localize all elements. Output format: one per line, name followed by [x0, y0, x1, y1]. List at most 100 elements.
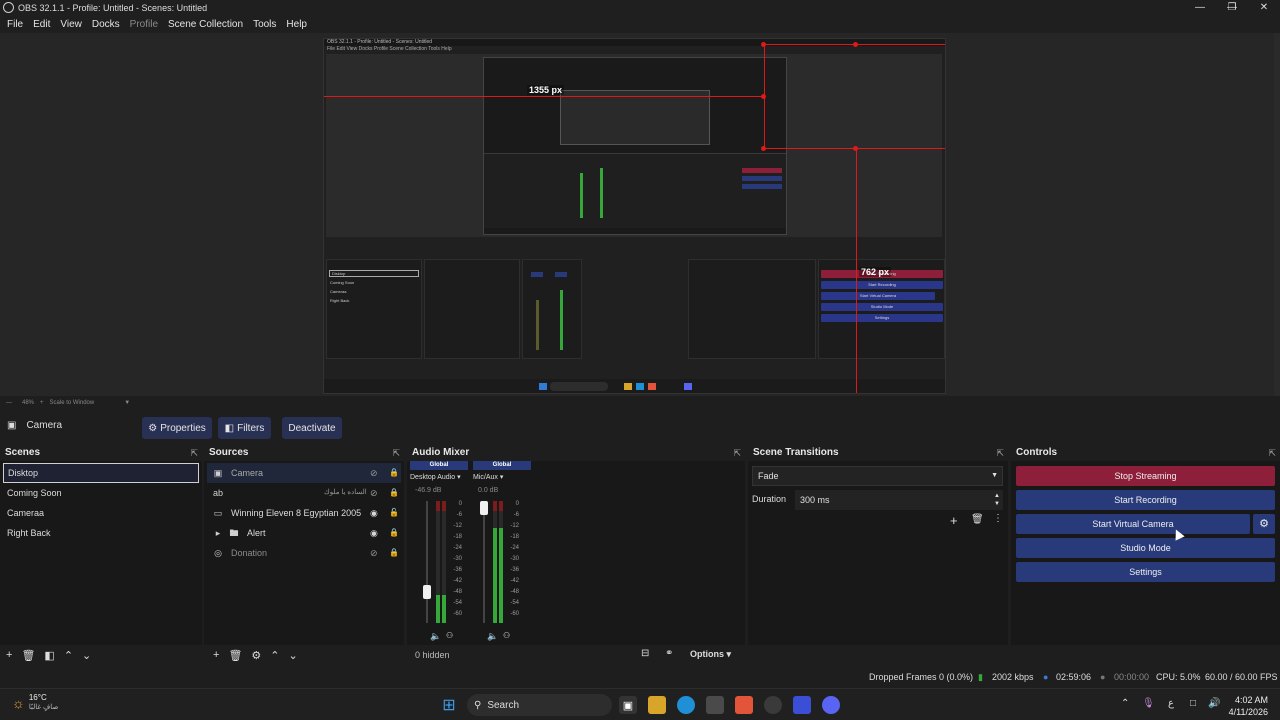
move-down-icon[interactable]: ⌄: [289, 649, 298, 662]
preview-scrollbar[interactable]: [1274, 33, 1280, 396]
windows-start-icon[interactable]: ⊞: [440, 696, 458, 714]
add-scene-icon[interactable]: +: [6, 649, 12, 661]
close-button[interactable]: ✕: [1248, 0, 1280, 15]
trash-icon[interactable]: 🗑: [21, 649, 35, 662]
source-toolbar: ▣ Camera ⚙ Properties ◧ Filters Deactiva…: [0, 412, 1280, 442]
taskbar-search[interactable]: ⚲ Search: [467, 694, 612, 716]
zoom-plus-icon[interactable]: +: [40, 400, 44, 406]
channel-name[interactable]: Desktop Audio ▾: [410, 473, 472, 481]
weather-widget[interactable]: ☼ 16°C صافٍ غالبًا: [12, 693, 58, 713]
lock-icon[interactable]: 🔓: [389, 503, 399, 523]
brave-icon[interactable]: [735, 696, 753, 714]
layout-toggle-icon[interactable]: ⊟: [641, 648, 649, 659]
zoom-minus-icon[interactable]: —: [6, 400, 12, 406]
taskbar-clock[interactable]: 4:02 AM 4/11/2026: [1229, 694, 1268, 718]
maximize-button[interactable]: ❐: [1216, 0, 1248, 15]
visibility-hidden-icon[interactable]: ⊘: [370, 543, 378, 563]
minimize-button[interactable]: —: [1184, 0, 1216, 15]
move-up-icon[interactable]: ⌃: [270, 649, 279, 662]
scale-dropdown-icon[interactable]: ▼: [124, 400, 130, 406]
keyboard-language[interactable]: ع: [1168, 698, 1174, 709]
spin-up-icon[interactable]: ▲: [994, 492, 1000, 500]
virtual-camera-settings-gear-icon[interactable]: ⚙: [1253, 514, 1275, 534]
stop-streaming-button[interactable]: Stop Streaming: [1016, 466, 1275, 486]
scene-item-right-back[interactable]: Right Back: [3, 523, 199, 543]
edge-icon[interactable]: [677, 696, 695, 714]
source-item-camera[interactable]: ▣ Camera ⊘ 🔒: [207, 463, 401, 483]
source-item-text[interactable]: ab الساده يا ملوك ⊘ 🔒: [207, 483, 401, 503]
duration-spinbox[interactable]: 300 ms ▲ ▼: [795, 490, 1003, 510]
deactivate-button[interactable]: Deactivate: [282, 417, 342, 439]
lock-icon[interactable]: 🔒: [389, 523, 399, 543]
studio-mode-button[interactable]: Studio Mode: [1016, 538, 1275, 558]
transition-select[interactable]: Fade ▼: [752, 466, 1003, 486]
scene-item-disktop[interactable]: Disktop: [3, 463, 199, 483]
visibility-icon[interactable]: ◉: [370, 503, 378, 523]
options-button[interactable]: Options ▾: [690, 649, 731, 660]
menu-edit[interactable]: Edit: [28, 19, 55, 30]
move-down-icon[interactable]: ⌄: [82, 649, 91, 662]
channel-db: 0.0 dB: [478, 487, 499, 494]
start-virtual-camera-button[interactable]: Start Virtual Camera: [1016, 514, 1250, 534]
menu-tools[interactable]: Tools: [248, 19, 281, 30]
add-transition-icon[interactable]: +: [950, 513, 958, 528]
undock-icon[interactable]: ⇱: [733, 445, 741, 461]
lock-icon[interactable]: 🔒: [389, 483, 399, 503]
app-icon[interactable]: [793, 696, 811, 714]
expand-arrow-icon[interactable]: ▸: [211, 523, 225, 543]
headphones-icon[interactable]: ⚇: [503, 631, 510, 640]
volume-fader[interactable]: [480, 501, 488, 515]
preview-canvas[interactable]: OBS 32.1.1 - Profile: Untitled - Scenes:…: [323, 38, 946, 394]
settings-button[interactable]: Settings: [1016, 562, 1275, 582]
trash-icon[interactable]: 🗑: [228, 649, 242, 662]
discord-icon[interactable]: [822, 696, 840, 714]
volume-icon[interactable]: 🔊: [1208, 698, 1220, 709]
speaker-icon[interactable]: 🔈: [487, 631, 498, 642]
menu-help[interactable]: Help: [281, 19, 312, 30]
menu-docks[interactable]: Docks: [87, 19, 125, 30]
scene-filters-icon[interactable]: ◧: [44, 649, 54, 662]
mic-icon[interactable]: 🎙: [1142, 698, 1155, 709]
move-up-icon[interactable]: ⌃: [64, 649, 73, 662]
undock-icon[interactable]: ⇱: [392, 445, 400, 461]
scene-item-cameraa[interactable]: Cameraa: [3, 503, 199, 523]
scale-mode[interactable]: Scale to Window: [50, 400, 95, 406]
undock-icon[interactable]: ⇱: [996, 445, 1004, 461]
source-item-game-capture[interactable]: ▭ Winning Eleven 8 Egyptian 2005 ◉ 🔓: [207, 503, 401, 523]
store-icon[interactable]: [706, 696, 724, 714]
properties-button[interactable]: ⚙ Properties: [142, 417, 212, 439]
visibility-icon[interactable]: ◉: [370, 523, 378, 543]
trash-icon[interactable]: 🗑: [971, 514, 984, 525]
scene-item-coming-soon[interactable]: Coming Soon: [3, 483, 199, 503]
lock-icon[interactable]: 🔒: [389, 543, 399, 563]
source-item-donation[interactable]: ◎ Donation ⊘ 🔒: [207, 543, 401, 563]
filters-button[interactable]: ◧ Filters: [218, 417, 271, 439]
source-item-alert[interactable]: ▸ 🖿 Alert ◉ 🔒: [207, 523, 401, 543]
visibility-hidden-icon[interactable]: ⊘: [370, 483, 378, 503]
file-explorer-icon[interactable]: [648, 696, 666, 714]
undock-icon[interactable]: ⇱: [1268, 445, 1276, 461]
speaker-icon[interactable]: 🔈: [430, 631, 441, 642]
network-icon[interactable]: □: [1190, 698, 1196, 709]
chevron-up-icon[interactable]: ⌃: [1121, 698, 1129, 709]
start-recording-button[interactable]: Start Recording: [1016, 490, 1275, 510]
menu-file[interactable]: File: [2, 19, 28, 30]
menu-view[interactable]: View: [55, 19, 87, 30]
obs-taskbar-icon[interactable]: [764, 696, 782, 714]
channel-name[interactable]: Mic/Aux ▾: [473, 473, 535, 481]
undock-icon[interactable]: ⇱: [190, 445, 198, 461]
headphones-icon[interactable]: ⚇: [446, 631, 453, 640]
lock-icon[interactable]: 🔒: [389, 463, 399, 483]
link-icon[interactable]: ⚭: [665, 648, 673, 659]
menu-profile[interactable]: Profile: [125, 19, 163, 30]
menu-scene-collection[interactable]: Scene Collection: [163, 19, 248, 30]
volume-fader[interactable]: [423, 585, 431, 599]
source-properties-gear-icon[interactable]: ⚙: [251, 649, 261, 662]
text-icon: ab: [212, 488, 223, 498]
add-source-icon[interactable]: +: [213, 649, 219, 661]
preview-area[interactable]: OBS 32.1.1 - Profile: Untitled - Scenes:…: [0, 33, 1280, 396]
task-view-icon[interactable]: ▣: [619, 696, 637, 714]
visibility-hidden-icon[interactable]: ⊘: [370, 463, 378, 483]
more-options-icon[interactable]: ⋮: [993, 513, 1003, 524]
spin-down-icon[interactable]: ▼: [994, 500, 1000, 508]
